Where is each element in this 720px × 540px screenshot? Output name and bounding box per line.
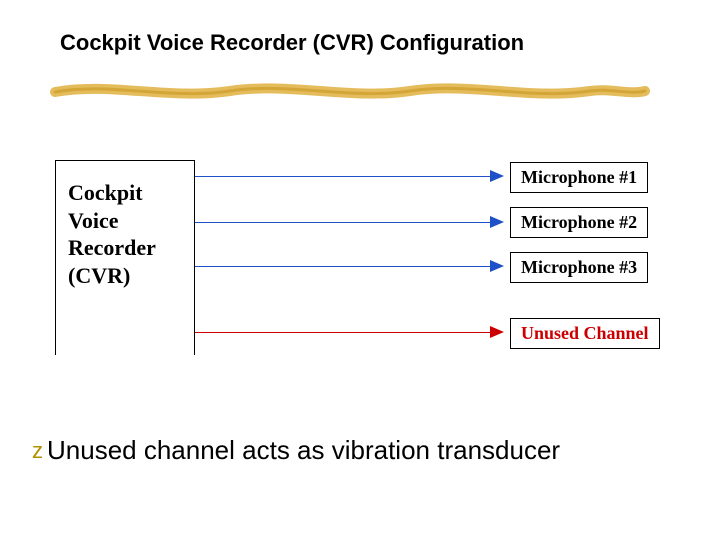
connector-line (195, 222, 490, 223)
arrowhead-icon (490, 216, 504, 228)
cvr-diagram: Cockpit Voice Recorder (CVR) Microphone … (55, 160, 675, 380)
bullet-point: z Unused channel acts as vibration trans… (32, 435, 560, 466)
connector-line (195, 266, 490, 267)
bullet-icon: z (32, 438, 43, 464)
arrowhead-icon (490, 170, 504, 182)
arrowhead-icon (490, 326, 504, 338)
cvr-source-box: Cockpit Voice Recorder (CVR) (55, 160, 195, 355)
channel-box-mic3: Microphone #3 (510, 252, 648, 283)
cvr-label-line: Voice (68, 207, 182, 235)
cvr-label-line: (CVR) (68, 262, 182, 290)
channel-box-unused: Unused Channel (510, 318, 660, 349)
connector-line (195, 176, 490, 177)
cvr-label-line: Cockpit (68, 179, 182, 207)
slide-title: Cockpit Voice Recorder (CVR) Configurati… (60, 30, 524, 56)
channel-box-mic2: Microphone #2 (510, 207, 648, 238)
connector-line (195, 332, 490, 333)
cvr-label-line: Recorder (68, 234, 182, 262)
channel-box-mic1: Microphone #1 (510, 162, 648, 193)
arrowhead-icon (490, 260, 504, 272)
brush-underline (50, 80, 650, 102)
bullet-text: Unused channel acts as vibration transdu… (47, 435, 560, 466)
